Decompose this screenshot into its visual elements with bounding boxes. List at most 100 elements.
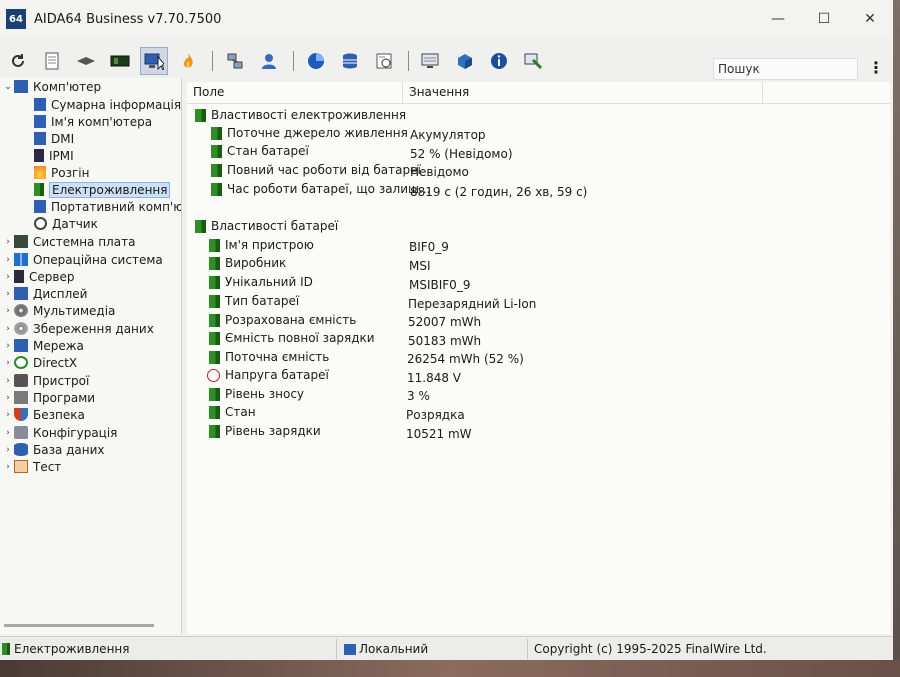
table-row[interactable]: Час роботи батареї, що залиш...	[211, 180, 430, 198]
tree-item-label: Програми	[33, 390, 96, 405]
chevron-right-icon[interactable]: ›	[2, 306, 14, 316]
tree-item-motherboard[interactable]: › Системна плата	[2, 233, 135, 250]
monitor-icon[interactable]	[417, 47, 445, 75]
tree-item-directx[interactable]: › DirectX	[2, 354, 77, 371]
table-row[interactable]: Рівень зарядки	[209, 422, 321, 440]
table-row[interactable]: Унікальний ID	[209, 273, 313, 291]
computer-icon	[34, 98, 46, 111]
tree-item-os[interactable]: › Операційна система	[2, 251, 163, 268]
more-menu-icon[interactable]: ⋮	[868, 58, 884, 80]
report-icon[interactable]	[38, 47, 66, 75]
device-icon	[14, 374, 28, 387]
chevron-right-icon[interactable]: ›	[2, 376, 14, 386]
table-row[interactable]: Ємність повної зарядки	[209, 329, 375, 347]
tree-item-programs[interactable]: › Програми	[2, 389, 95, 406]
status-copyright: Copyright (c) 1995-2025 FinalWire Ltd.	[534, 642, 767, 656]
tree-item-label: Мультимедіа	[33, 303, 116, 318]
field-value: BIF0_9	[409, 240, 449, 254]
tree-item-multimedia[interactable]: › Мультимедіа	[2, 302, 115, 319]
tree-item-database[interactable]: › База даних	[2, 441, 104, 458]
column-header-field[interactable]: Поле	[187, 82, 403, 104]
tree-item-security[interactable]: › Безпека	[2, 406, 85, 423]
tree-item-storage[interactable]: › Збереження даних	[2, 320, 154, 337]
field-label: Поточна ємність	[225, 350, 330, 364]
tree-item-computer[interactable]: ⌄ Комп'ютер	[2, 78, 101, 95]
tree-item-display[interactable]: › Дисплей	[2, 285, 87, 302]
table-row[interactable]: Рівень зносу	[209, 385, 304, 403]
computer-icon[interactable]	[140, 47, 168, 75]
battery-icon	[211, 163, 222, 177]
maximize-button[interactable]: ☐	[801, 0, 847, 38]
tree-item-portable[interactable]: Портативний комп'ютер	[22, 198, 181, 215]
field-label: Поточне джерело живлення	[227, 126, 408, 140]
info-icon[interactable]	[485, 47, 513, 75]
tree-item-server[interactable]: › Сервер	[2, 268, 74, 285]
gauge-icon	[34, 217, 47, 230]
flame-icon[interactable]	[174, 47, 202, 75]
battery-icon	[209, 387, 220, 401]
title-bar[interactable]: 64 AIDA64 Business v7.70.7500 — ☐ ✕	[0, 0, 893, 38]
tree-item-config[interactable]: › Конфігурація	[2, 424, 117, 441]
tools-icon[interactable]	[519, 47, 547, 75]
table-row[interactable]: Поточна ємність	[209, 348, 329, 366]
field-label: Тип батареї	[225, 294, 300, 308]
tree-item-label: Сумарна інформація	[51, 97, 182, 112]
table-row[interactable]: Розрахована ємність	[209, 311, 356, 329]
chevron-right-icon[interactable]: ›	[2, 237, 14, 247]
battery-icon	[209, 350, 220, 364]
chevron-right-icon[interactable]: ›	[2, 393, 14, 403]
chevron-right-icon[interactable]: ›	[2, 341, 14, 351]
tree-item-sensor[interactable]: Датчик	[22, 215, 98, 232]
table-row[interactable]: Ім'я пристрою	[209, 236, 314, 254]
group-header-battery[interactable]: Властивості батареї	[195, 217, 338, 235]
chevron-right-icon[interactable]: ›	[2, 324, 14, 334]
table-row[interactable]: Повний час роботи від батареї	[211, 161, 421, 179]
windows-icon	[14, 253, 28, 266]
refresh-icon[interactable]	[4, 47, 32, 75]
tree-item-test[interactable]: › Тест	[2, 458, 61, 475]
group-header-power[interactable]: Властивості електроживлення	[195, 106, 406, 124]
table-row[interactable]: Стан батареї	[211, 142, 309, 160]
tree-item-computer-name[interactable]: Ім'я комп'ютера	[22, 113, 152, 130]
chevron-right-icon[interactable]: ›	[2, 445, 14, 455]
user-icon[interactable]	[255, 47, 283, 75]
search-input[interactable]: Пошук	[713, 58, 858, 80]
battery-icon	[209, 238, 220, 252]
chevron-right-icon[interactable]: ›	[2, 272, 14, 282]
tree-item-ipmi[interactable]: IPMI	[22, 147, 74, 164]
minimize-button[interactable]: —	[755, 0, 801, 38]
sysinfo-icon[interactable]	[302, 47, 330, 75]
horizontal-scrollbar[interactable]	[4, 624, 154, 627]
table-row[interactable]: Напруга батареї	[207, 366, 329, 384]
tree-item-power[interactable]: Електроживлення	[22, 181, 171, 198]
table-row[interactable]: Виробник	[209, 254, 286, 272]
tree-item-summary[interactable]: Сумарна інформація	[22, 96, 181, 113]
field-label: Ємність повної зарядки	[225, 331, 375, 345]
table-row[interactable]: Стан	[209, 403, 256, 421]
chevron-right-icon[interactable]: ›	[2, 410, 14, 420]
database-icon[interactable]	[336, 47, 364, 75]
table-row[interactable]: Поточне джерело живлення	[211, 124, 408, 142]
field-value: Перезарядний Li-Ion	[408, 297, 537, 311]
tree-item-overclock[interactable]: Розгін	[22, 164, 89, 181]
column-header-value[interactable]: Значення	[403, 82, 763, 104]
ram-icon[interactable]	[72, 47, 100, 75]
chevron-right-icon[interactable]: ›	[2, 358, 14, 368]
battery-icon	[34, 183, 44, 196]
tree-item-devices[interactable]: › Пристрої	[2, 372, 89, 389]
network-icon	[14, 339, 28, 352]
directx-icon[interactable]	[451, 47, 479, 75]
tree-item-network[interactable]: › Мережа	[2, 337, 84, 354]
chevron-right-icon[interactable]: ›	[2, 255, 14, 265]
chevron-down-icon[interactable]: ⌄	[2, 82, 14, 92]
network-icon[interactable]	[221, 47, 249, 75]
benchmark-icon[interactable]	[370, 47, 398, 75]
chevron-right-icon[interactable]: ›	[2, 289, 14, 299]
chevron-right-icon[interactable]: ›	[2, 428, 14, 438]
close-button[interactable]: ✕	[847, 0, 893, 38]
tree-item-dmi[interactable]: DMI	[22, 130, 74, 147]
motherboard-icon[interactable]	[106, 47, 134, 75]
chevron-right-icon[interactable]: ›	[2, 462, 14, 472]
field-value: 26254 mWh (52 %)	[407, 352, 524, 366]
table-row[interactable]: Тип батареї	[209, 292, 299, 310]
